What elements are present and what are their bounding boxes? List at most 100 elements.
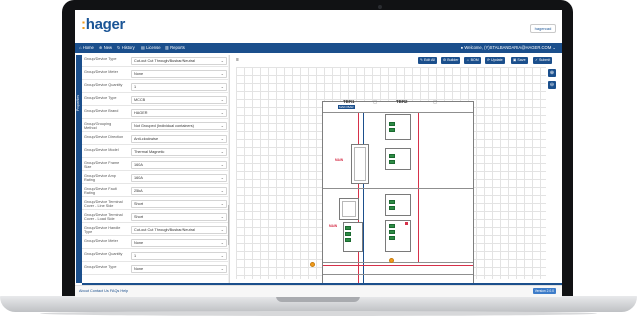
laptop-scene: :hager hagercad ⌂ Home ⊕ New ↻ History ▤… <box>0 0 637 320</box>
diagram-canvas[interactable]: TBR1 MAIN BAR TBR2 ▢ ▢ MAIN MAIN <box>236 67 546 283</box>
row-select[interactable]: None ⌄ <box>131 70 227 78</box>
row-label: Group/Device Quantity <box>84 83 123 87</box>
chevron-down-icon: ⌄ <box>220 214 224 219</box>
row-select[interactable]: None ⌄ <box>131 265 227 273</box>
app-screen: :hager hagercad ⌂ Home ⊕ New ↻ History ▤… <box>75 10 562 297</box>
chevron-down-icon: ⌄ <box>220 175 224 180</box>
form-row: Group/Device Terminal Cover - Line Side S… <box>82 198 228 210</box>
row-select[interactable]: 25kA ⌄ <box>131 187 227 195</box>
edit-all-button[interactable]: ✎ Edit All <box>418 57 438 64</box>
device-indicator <box>389 154 395 158</box>
row-label: Group/Device Type <box>84 57 117 61</box>
hager-logo[interactable]: :hager <box>81 16 125 33</box>
connection-node[interactable] <box>389 258 394 263</box>
footer-links[interactable]: About Contact Us FAQs Help <box>79 289 128 293</box>
row-select[interactable]: 1 ⌄ <box>131 83 227 91</box>
main-breaker[interactable] <box>339 198 359 220</box>
tbr1-tag: MAIN BAR <box>338 105 355 109</box>
submit-button[interactable]: ✓ Submit <box>533 57 553 64</box>
form-row: Group/Device Type MCCB ⌄ <box>82 94 228 106</box>
busbar-line <box>363 112 364 283</box>
form-row: Group/Device Quantity 1 ⌄ <box>82 81 228 93</box>
row-label: Group/Device Type <box>84 265 117 269</box>
edit-icon: ✎ <box>420 58 424 62</box>
form-row: Group/Device Type Cut-out Cut Through/Bus… <box>82 55 228 67</box>
row-select[interactable]: Short ⌄ <box>131 213 227 221</box>
chevron-down-icon: ⌄ <box>220 123 224 128</box>
update-button[interactable]: ⟳ Update <box>485 57 505 64</box>
main-breaker[interactable] <box>351 144 369 184</box>
form-row: Group/Device Brand HAGER ⌄ <box>82 107 228 119</box>
row-label: Group/Device Terminal Cover - Load Side <box>84 213 123 222</box>
connection-node[interactable] <box>310 262 315 267</box>
chevron-down-icon: ⌄ <box>220 71 224 76</box>
nav-home[interactable]: ⌂ Home <box>79 45 94 50</box>
device-indicator <box>345 238 351 242</box>
footer: About Contact Us FAQs Help Version 2.0.0 <box>75 285 562 297</box>
version-badge: Version 2.0.0 <box>532 288 556 294</box>
section-line <box>323 188 473 189</box>
row-label: Group/Device Meter <box>84 239 118 243</box>
save-icon: ▣ <box>513 58 517 62</box>
row-value: 1 <box>134 85 137 89</box>
section-line <box>323 112 473 113</box>
row-select[interactable]: Cut-out Cut Through/Busbar/Neutral ⌄ <box>131 57 227 65</box>
main-tag: MAIN <box>335 158 344 162</box>
row-value: MCCB <box>134 98 146 102</box>
builder-button[interactable]: ⚙ Builder <box>441 57 461 64</box>
camera-icon <box>378 5 382 9</box>
row-select[interactable]: None ⌄ <box>131 239 227 247</box>
form-scrollbar[interactable] <box>228 55 229 283</box>
row-select[interactable]: Short ⌄ <box>131 200 227 208</box>
breaker-body <box>354 147 366 181</box>
user-menu[interactable]: ● Welcome, (Y)STALBANDARIA@HAGER.COM ⌄ <box>461 45 556 50</box>
switchboard-outline[interactable]: TBR1 MAIN BAR TBR2 ▢ ▢ MAIN MAIN <box>310 99 474 283</box>
outgoing-device[interactable] <box>385 194 411 216</box>
nav-reports[interactable]: ▥ Reports <box>165 45 185 50</box>
row-value: Thermal Magnetic <box>134 150 165 154</box>
chevron-down-icon: ⌄ <box>220 227 224 232</box>
outgoing-device[interactable] <box>385 114 411 140</box>
form-row: Group/Device Amp Rating 160A ⌄ <box>82 172 228 184</box>
device-indicator <box>389 230 395 234</box>
zoom-out-icon[interactable]: ⊖ <box>548 81 556 89</box>
row-select[interactable]: 160A ⌄ <box>131 174 227 182</box>
outgoing-device[interactable] <box>385 148 411 170</box>
row-label: Group/Device Direction <box>84 135 124 139</box>
chevron-down-icon: ⌄ <box>220 149 224 154</box>
row-select[interactable]: HAGER ⌄ <box>131 109 227 117</box>
chevron-down-icon: ⌄ <box>220 110 224 115</box>
nav-license[interactable]: ▤ License <box>141 45 161 50</box>
section-marker-icon: ▢ <box>433 99 438 104</box>
row-select[interactable]: 160A ⌄ <box>131 161 227 169</box>
device-marker <box>405 222 408 225</box>
row-value: Short <box>134 215 144 219</box>
row-value: Not Grouped (Individual containers) <box>134 124 194 128</box>
zoom-in-icon[interactable]: ⊕ <box>548 69 556 77</box>
row-value: Cut-out Cut Through/Busbar/Neutral <box>134 59 195 63</box>
submit-icon: ✓ <box>535 58 539 62</box>
row-select[interactable]: MCCB ⌄ <box>131 96 227 104</box>
row-select[interactable]: 1 ⌄ <box>131 252 227 260</box>
device-indicator <box>389 224 395 228</box>
row-value: 25kA <box>134 189 143 193</box>
nav-new[interactable]: ⊕ New <box>99 45 112 50</box>
row-label: Group/Device Terminal Cover - Line Side <box>84 200 123 209</box>
device-indicator <box>389 128 395 132</box>
update-icon: ⟳ <box>487 58 491 62</box>
bom-button[interactable]: ⇔ BOM <box>464 57 481 64</box>
row-label: Group/Device Brand <box>84 109 119 113</box>
form-scroll-thumb[interactable] <box>228 205 229 245</box>
nav-history[interactable]: ↻ History <box>117 45 135 50</box>
menu-icon[interactable]: ≡ <box>236 57 239 63</box>
row-select[interactable]: Cut-out Cut Through/Busbar/Neutral ⌄ <box>131 226 227 234</box>
device-indicator <box>389 206 395 210</box>
row-label: Group/Device Handle Type <box>84 226 121 235</box>
row-value: 160A <box>134 163 143 167</box>
row-select[interactable]: Thermal Magnetic ⌄ <box>131 148 227 156</box>
save-button[interactable]: ▣ Save <box>511 57 528 64</box>
row-select[interactable]: Not Grouped (Individual containers) ⌄ <box>131 122 227 130</box>
chevron-down-icon: ⌄ <box>220 84 224 89</box>
row-value: 160A <box>134 176 143 180</box>
row-select[interactable]: Anti-clockwise ⌄ <box>131 135 227 143</box>
